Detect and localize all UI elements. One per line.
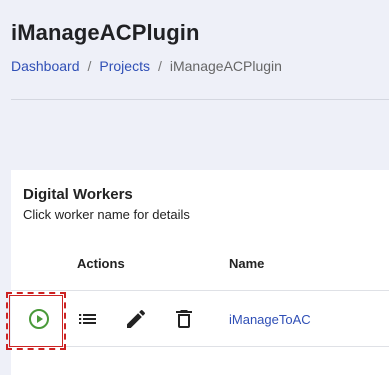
breadcrumb-separator: / — [87, 58, 92, 74]
table-row-divider — [11, 290, 389, 291]
list-icon — [79, 314, 96, 324]
breadcrumb-dashboard[interactable]: Dashboard — [11, 58, 80, 74]
delete-worker-button[interactable] — [170, 305, 198, 333]
edit-worker-button[interactable] — [122, 305, 150, 333]
play-circle-icon — [29, 309, 49, 329]
worker-name-link[interactable]: iManageToAC — [229, 312, 311, 327]
breadcrumb-current: iManageACPlugin — [169, 58, 282, 74]
digital-workers-card: Digital Workers Click worker name for de… — [11, 170, 389, 375]
card-title: Digital Workers — [23, 186, 133, 203]
worker-logs-button[interactable] — [74, 305, 102, 333]
page: iManageACPlugin Dashboard / Projects / i… — [0, 0, 389, 375]
card-subtitle: Click worker name for details — [23, 207, 190, 222]
pencil-icon — [127, 309, 146, 328]
breadcrumb-separator: / — [157, 58, 162, 74]
column-header-name: Name — [229, 256, 265, 271]
page-title: iManageACPlugin — [11, 20, 200, 45]
column-header-actions: Actions — [77, 256, 125, 271]
run-worker-button[interactable] — [25, 305, 53, 333]
header-divider — [11, 99, 389, 100]
table-row-divider — [11, 346, 389, 347]
breadcrumb: Dashboard / Projects / iManageACPlugin — [11, 58, 282, 74]
trash-icon — [176, 310, 192, 328]
breadcrumb-projects[interactable]: Projects — [99, 58, 150, 74]
